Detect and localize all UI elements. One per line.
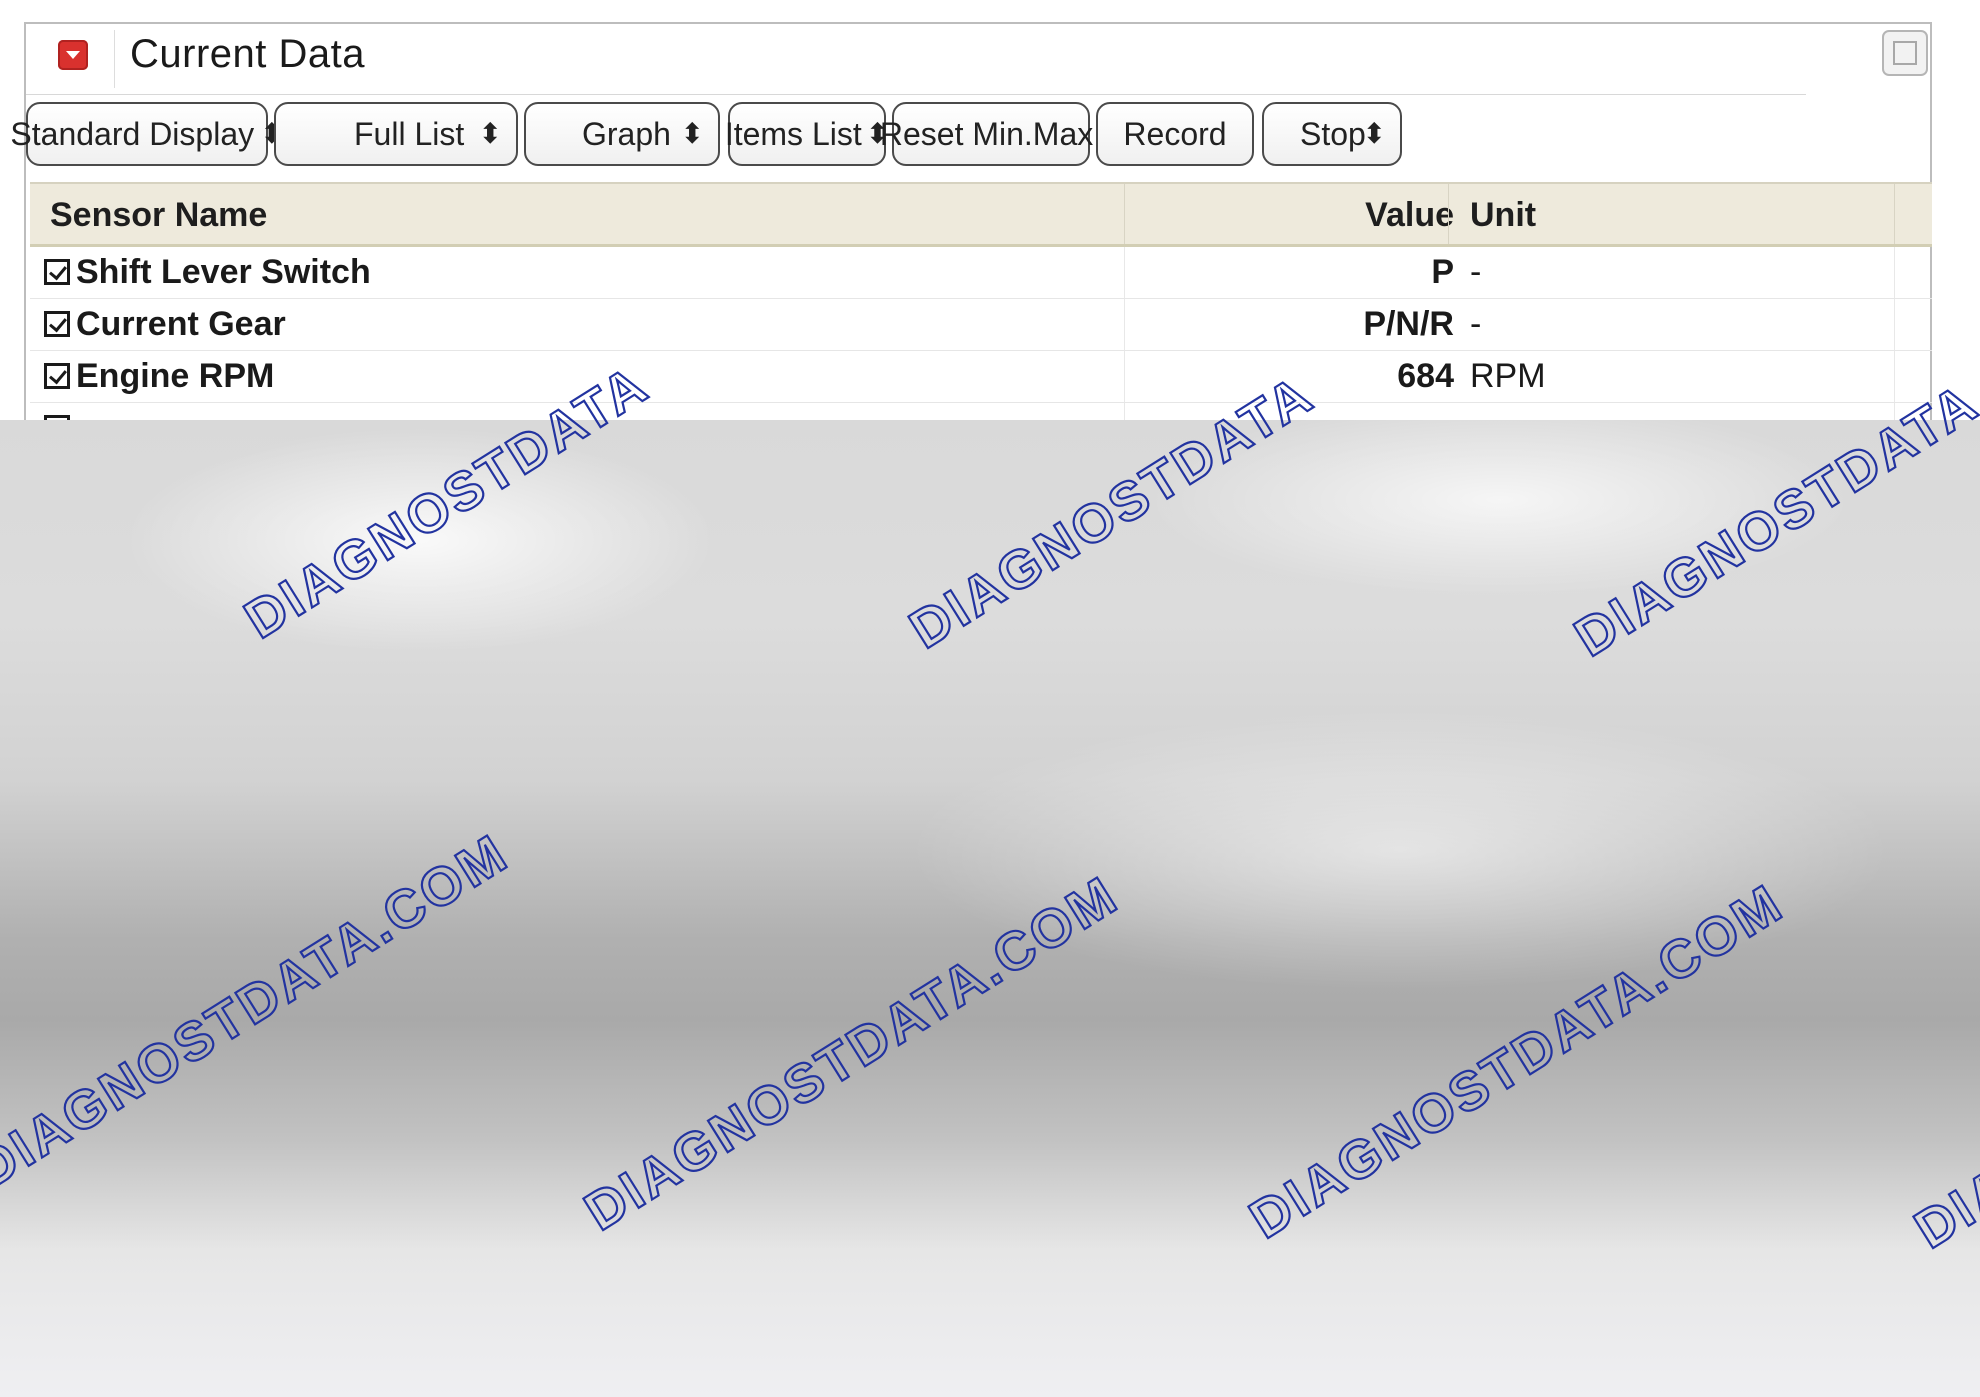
column-divider: [1124, 299, 1125, 350]
maximize-icon[interactable]: [1882, 30, 1928, 76]
sensor-name-cell: Current Gear: [76, 305, 286, 343]
stop-label: Stop: [1300, 115, 1366, 152]
standard-display-dropdown[interactable]: Standard Display ⬍: [10, 102, 284, 166]
row-checkbox[interactable]: [44, 311, 70, 337]
column-divider[interactable]: [1124, 184, 1125, 244]
full-list-label: Full List: [354, 115, 465, 152]
table-row[interactable]: Shift Lever Switch P -: [30, 247, 1932, 299]
table-row-partial[interactable]: [30, 403, 1932, 420]
reset-min-max-label: Reset Min.Max.: [879, 115, 1103, 152]
column-divider[interactable]: [1894, 184, 1895, 244]
items-list-dropdown[interactable]: Items List ⬍: [724, 102, 889, 166]
column-divider[interactable]: [1448, 184, 1449, 244]
sensor-unit-cell: -: [1470, 253, 1482, 291]
column-divider: [1894, 403, 1895, 420]
sensor-data-table: Sensor Name Value Unit Shift Lever Switc…: [30, 182, 1932, 420]
column-divider: [1124, 351, 1125, 402]
updown-arrows-icon: ⬍: [478, 118, 502, 149]
toolbar: Standard Display ⬍ Full List ⬍ Graph ⬍ I…: [10, 102, 1806, 170]
sensor-unit-cell: RPM: [1470, 357, 1546, 395]
sensor-unit-cell: -: [1470, 305, 1482, 343]
table-row[interactable]: Current Gear P/N/R -: [30, 299, 1932, 351]
column-divider: [1894, 247, 1895, 298]
sensor-value-cell: 684: [1397, 357, 1454, 395]
sensor-value-cell: P: [1431, 253, 1454, 291]
column-header-sensor-name[interactable]: Sensor Name: [50, 196, 267, 235]
current-data-panel: Current Data Standard Display ⬍ Full Lis…: [10, 22, 1932, 420]
row-checkbox[interactable]: [44, 259, 70, 285]
column-divider: [1894, 299, 1895, 350]
record-label: Record: [1123, 115, 1227, 152]
table-header: Sensor Name Value Unit: [30, 182, 1932, 247]
sensor-name-cell: Shift Lever Switch: [76, 253, 371, 291]
updown-arrows-icon: ⬍: [680, 118, 704, 149]
current-data-screen: Current Data Standard Display ⬍ Full Lis…: [0, 0, 1980, 420]
sensor-value-cell: P/N/R: [1363, 305, 1454, 343]
graph-dropdown[interactable]: Graph ⬍: [524, 102, 720, 166]
sensor-name-cell: Engine RPM: [76, 357, 275, 395]
items-list-label: Items List: [724, 115, 862, 152]
full-list-dropdown[interactable]: Full List ⬍: [274, 102, 518, 166]
graph-label: Graph: [582, 115, 671, 152]
row-checkbox[interactable]: [44, 363, 70, 389]
standard-display-label: Standard Display: [10, 115, 255, 152]
column-divider: [1124, 403, 1125, 420]
table-row[interactable]: Engine RPM 684 RPM: [30, 351, 1932, 403]
reset-min-max-button[interactable]: Reset Min.Max.: [880, 102, 1102, 166]
column-divider: [1894, 351, 1895, 402]
blurred-background: [0, 420, 1980, 1397]
stop-dropdown[interactable]: Stop ⬍: [1262, 102, 1402, 166]
column-header-value[interactable]: Value: [1365, 196, 1454, 235]
column-header-unit[interactable]: Unit: [1470, 196, 1536, 235]
panel-titlebar: Current Data: [26, 24, 1806, 95]
record-button[interactable]: Record: [1096, 102, 1254, 166]
title-separator: [114, 30, 115, 88]
collapse-icon[interactable]: [58, 40, 88, 70]
updown-arrows-icon: ⬍: [1362, 118, 1386, 149]
panel-title: Current Data: [130, 32, 365, 76]
column-divider: [1124, 247, 1125, 298]
